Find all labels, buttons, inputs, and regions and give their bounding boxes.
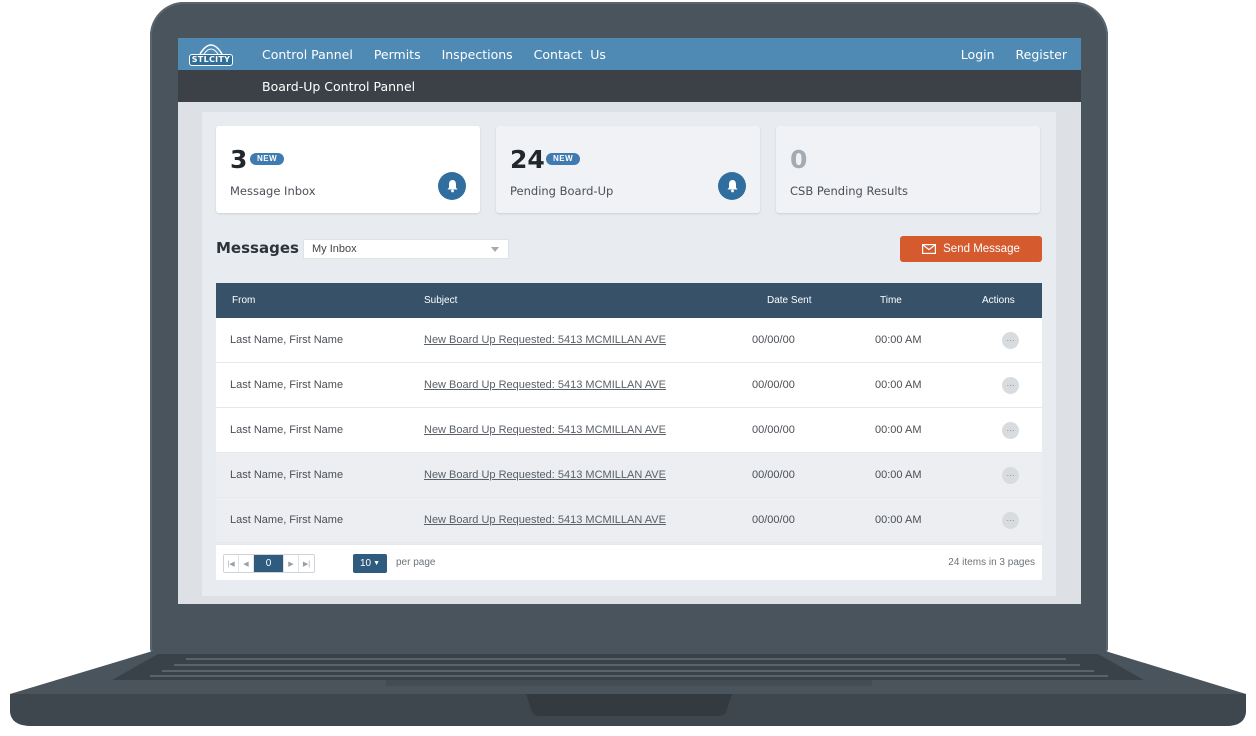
column-header-date-sent[interactable]: Date Sent xyxy=(767,295,811,306)
per-page-value: 10 xyxy=(359,558,372,569)
main-nav: Control Pannel Permits Inspections Conta… xyxy=(262,38,627,70)
page-title: Board-Up Control Pannel xyxy=(262,79,416,94)
new-badge: NEW xyxy=(546,153,581,165)
nav-control-pannel[interactable]: Control Pannel xyxy=(262,47,353,62)
more-actions-icon[interactable]: ··· xyxy=(1002,377,1019,394)
cell-date-sent: 00/00/00 xyxy=(752,379,795,391)
cell-date-sent: 00/00/00 xyxy=(752,424,795,436)
cell-time: 00:00 AM xyxy=(875,514,922,526)
column-header-time[interactable]: Time xyxy=(880,295,902,306)
content-panel: 3 NEW Message Inbox 24 NEW Pending Board… xyxy=(202,112,1056,596)
cell-date-sent: 00/00/00 xyxy=(752,469,795,481)
cell-from: Last Name, First Name xyxy=(230,424,344,436)
register-link[interactable]: Register xyxy=(1016,47,1067,62)
table-row[interactable]: Last Name, First Name New Board Up Reque… xyxy=(216,408,1042,453)
more-actions-icon[interactable]: ··· xyxy=(1002,332,1019,349)
column-header-from[interactable]: From xyxy=(232,295,255,306)
card-count: 24 xyxy=(510,145,545,174)
cell-from: Last Name, First Name xyxy=(230,514,344,526)
card-count: 3 xyxy=(230,145,248,174)
bell-icon[interactable] xyxy=(718,172,746,200)
laptop-base xyxy=(6,648,1252,734)
logo-text: STLCITY xyxy=(188,54,234,66)
cell-time: 00:00 AM xyxy=(875,469,922,481)
table-row[interactable]: Last Name, First Name New Board Up Reque… xyxy=(216,498,1042,543)
login-link[interactable]: Login xyxy=(961,47,995,62)
caret-down-icon: ▼ xyxy=(373,560,381,567)
top-nav: STLCITY Control Pannel Permits Inspectio… xyxy=(178,38,1081,70)
table-row[interactable]: Last Name, First Name New Board Up Reque… xyxy=(216,363,1042,408)
new-badge: NEW xyxy=(250,153,285,165)
app-screen: STLCITY Control Pannel Permits Inspectio… xyxy=(178,38,1081,604)
per-page-label: per page xyxy=(396,557,436,568)
chevron-down-icon xyxy=(491,247,499,252)
card-label: Message Inbox xyxy=(230,184,316,198)
more-actions-icon[interactable]: ··· xyxy=(1002,467,1019,484)
subject-link[interactable]: New Board Up Requested: 5413 MCMILLAN AV… xyxy=(424,424,666,436)
subject-link[interactable]: New Board Up Requested: 5413 MCMILLAN AV… xyxy=(424,334,666,346)
card-count: 0 xyxy=(790,145,808,174)
items-summary: 24 items in 3 pages xyxy=(948,557,1035,568)
more-actions-icon[interactable]: ··· xyxy=(1002,512,1019,529)
column-header-subject[interactable]: Subject xyxy=(424,295,457,306)
card-pending-board-up[interactable]: 24 NEW Pending Board-Up xyxy=(496,126,760,213)
pager-controls: |◀ ◀ 0 ▶ ▶| xyxy=(223,554,315,573)
send-message-label: Send Message xyxy=(943,243,1020,255)
card-message-inbox[interactable]: 3 NEW Message Inbox xyxy=(216,126,480,213)
cell-time: 00:00 AM xyxy=(875,334,922,346)
first-page-icon[interactable]: |◀ xyxy=(224,555,239,572)
nav-permits[interactable]: Permits xyxy=(374,47,421,62)
card-csb-pending-results[interactable]: 0 CSB Pending Results xyxy=(776,126,1040,213)
prev-page-icon[interactable]: ◀ xyxy=(239,555,254,572)
table-row[interactable]: Last Name, First Name New Board Up Reque… xyxy=(216,318,1042,363)
cell-from: Last Name, First Name xyxy=(230,334,344,346)
inbox-filter-value: My Inbox xyxy=(312,243,357,255)
bell-icon[interactable] xyxy=(438,172,466,200)
sub-nav: Board-Up Control Pannel xyxy=(178,70,1081,102)
pagination-bar: |◀ ◀ 0 ▶ ▶| 10 ▼ per page 24 items in 3 … xyxy=(216,544,1042,580)
card-label: Pending Board-Up xyxy=(510,184,614,198)
arch-icon xyxy=(199,44,223,54)
table-row[interactable]: Last Name, First Name New Board Up Reque… xyxy=(216,453,1042,498)
cell-date-sent: 00/00/00 xyxy=(752,514,795,526)
subject-link[interactable]: New Board Up Requested: 5413 MCMILLAN AV… xyxy=(424,379,666,391)
next-page-icon[interactable]: ▶ xyxy=(284,555,299,572)
cell-from: Last Name, First Name xyxy=(230,469,344,481)
inbox-filter-select[interactable]: My Inbox xyxy=(303,239,509,259)
per-page-select[interactable]: 10 ▼ xyxy=(353,554,387,573)
cell-time: 00:00 AM xyxy=(875,379,922,391)
nav-inspections[interactable]: Inspections xyxy=(442,47,513,62)
cell-date-sent: 00/00/00 xyxy=(752,334,795,346)
cell-from: Last Name, First Name xyxy=(230,379,344,391)
auth-nav: Login Register xyxy=(940,38,1067,70)
envelope-icon xyxy=(922,244,937,254)
last-page-icon[interactable]: ▶| xyxy=(299,555,314,572)
send-message-button[interactable]: Send Message xyxy=(900,236,1042,262)
messages-heading: Messages xyxy=(216,239,299,257)
subject-link[interactable]: New Board Up Requested: 5413 MCMILLAN AV… xyxy=(424,514,666,526)
stlcity-logo[interactable]: STLCITY xyxy=(188,42,234,66)
table-header: From Subject Date Sent Time Actions xyxy=(216,283,1042,318)
messages-table: From Subject Date Sent Time Actions Last… xyxy=(216,283,1042,543)
cell-time: 00:00 AM xyxy=(875,424,922,436)
current-page[interactable]: 0 xyxy=(254,555,284,572)
subject-link[interactable]: New Board Up Requested: 5413 MCMILLAN AV… xyxy=(424,469,666,481)
column-header-actions: Actions xyxy=(982,295,1015,306)
card-label: CSB Pending Results xyxy=(790,184,909,198)
more-actions-icon[interactable]: ··· xyxy=(1002,422,1019,439)
nav-contact-us[interactable]: Contact Us xyxy=(534,47,606,62)
